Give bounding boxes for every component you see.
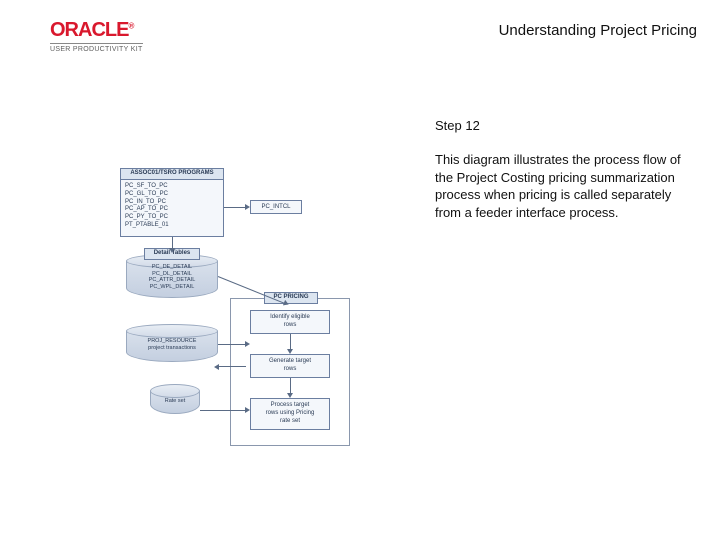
step-description: This diagram illustrates the process flo… — [435, 151, 697, 221]
pc-intcl-box: PC_INTCL — [250, 200, 302, 214]
arrow-rateset-to-process — [200, 410, 246, 411]
process-step-box: Process target rows using Pricing rate s… — [250, 398, 330, 430]
content-panel: Step 12 This diagram illustrates the pro… — [435, 118, 697, 221]
transactions-cylinder: PROJ_RESOURCE project transactions — [126, 324, 218, 362]
generate-step-box: Generate target rows — [250, 354, 330, 378]
oracle-wordmark: ORACLE® — [50, 20, 143, 40]
arrow-progs-to-detail — [172, 237, 173, 249]
detail-tables-cylinder: PC_DE_DETAIL PC_DL_DETAIL PC_ATTR_DETAIL… — [126, 254, 218, 298]
process-flow-diagram: ASSOC01/TSRO PROGRAMS PC_SF_TO_PC PC_GL_… — [120, 176, 365, 456]
rateset-cylinder: Rate set — [150, 384, 200, 414]
programs-box: PC_SF_TO_PC PC_GL_TO_PC PC_IN_TO_PC PC_A… — [120, 179, 224, 237]
brand-logo: ORACLE® USER PRODUCTIVITY KIT — [50, 20, 143, 53]
arrow-generate-to-trans — [218, 366, 246, 367]
arrow-progs-to-intcl — [224, 207, 246, 208]
arrow-trans-to-generate — [218, 344, 246, 345]
page-title: Understanding Project Pricing — [499, 22, 697, 39]
arrow-generate-to-process — [290, 378, 291, 394]
logo-subtitle: USER PRODUCTIVITY KIT — [50, 43, 143, 53]
identify-step-box: Identify eligible rows — [250, 310, 330, 334]
step-label: Step 12 — [435, 118, 697, 133]
arrow-identify-to-generate — [290, 334, 291, 350]
